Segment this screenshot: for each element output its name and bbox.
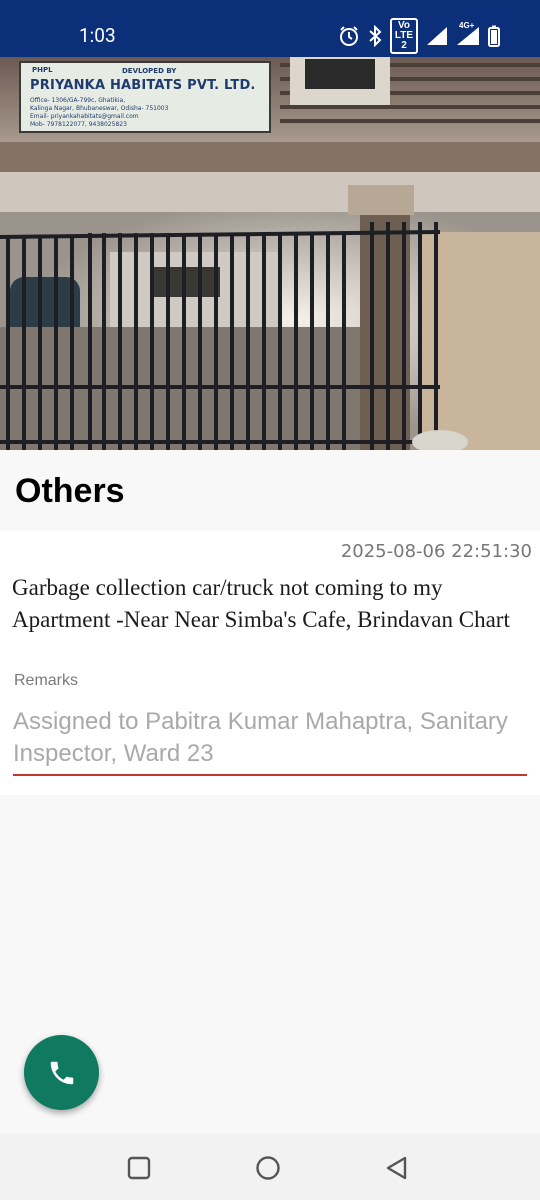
battery-icon <box>488 25 500 47</box>
volte-text-bottom: LTE 2 <box>394 30 414 51</box>
header-photo: PHPL DEVLOPED BY PRIYANKA HABITATS PVT. … <box>0 57 540 450</box>
recents-button[interactable] <box>125 1154 153 1182</box>
remarks-field[interactable]: Assigned to Pabitra Kumar Mahaptra, Sani… <box>13 706 527 776</box>
complaint-description: Garbage collection car/truck not coming … <box>12 575 510 632</box>
sign-address-2: Kalinga Nagar, Bhubaneswar, Odisha- 7510… <box>30 105 169 112</box>
call-button[interactable] <box>24 1035 99 1110</box>
home-button[interactable] <box>254 1154 282 1182</box>
sign-address-1: Office- 1306/GA-799c, Ghatikia, <box>30 97 126 104</box>
remarks-label: Remarks <box>14 672 79 689</box>
alarm-icon <box>340 26 358 46</box>
back-icon <box>386 1156 407 1180</box>
volte-icon: Vo LTE 2 <box>390 18 418 54</box>
signal-icon <box>427 27 447 45</box>
phone-icon <box>50 1061 73 1084</box>
bluetooth-icon <box>369 25 382 47</box>
sign-email: Email- priyankahabitats@gmail.com <box>30 113 139 120</box>
page-title: Others <box>15 472 125 510</box>
home-icon <box>256 1156 280 1180</box>
4g-signal-icon: 4G+ <box>456 21 480 46</box>
sign-developed-by: DEVLOPED BY <box>122 67 177 75</box>
status-time: 1:03 <box>79 24 116 47</box>
back-button[interactable] <box>383 1154 411 1182</box>
sign-mobile: Mob- 7978122077, 9438025823 <box>30 121 127 128</box>
status-bar: 1:03 Vo LTE 2 4G+ <box>0 0 540 57</box>
navigation-bar <box>0 1134 540 1200</box>
sign-logo-text: PHPL <box>32 66 53 74</box>
status-icons: Vo LTE 2 4G+ <box>338 18 500 54</box>
complaint-timestamp: 2025-08-06 22:51:30 <box>340 541 532 562</box>
network-label: 4G+ <box>459 21 475 30</box>
signboard: PHPL DEVLOPED BY PRIYANKA HABITATS PVT. … <box>22 64 268 130</box>
sign-company-name: PRIYANKA HABITATS PVT. LTD. <box>30 78 256 93</box>
recents-icon <box>127 1156 151 1180</box>
